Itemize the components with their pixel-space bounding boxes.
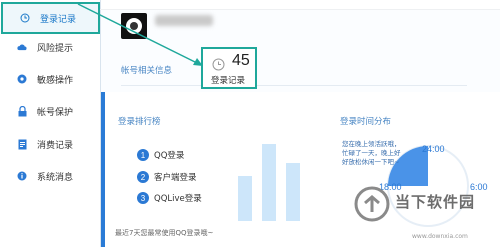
watermark-logo-icon	[354, 186, 390, 222]
time-label-top: 24:00	[422, 144, 445, 154]
watermark-url: www.downxia.com	[412, 233, 468, 240]
time-distribution-note: 您在晚上领活跃哦，忙碌了一天，晚上好好放松休闲一下吧~	[342, 140, 401, 166]
watermark-text: 当下软件园	[395, 193, 476, 211]
